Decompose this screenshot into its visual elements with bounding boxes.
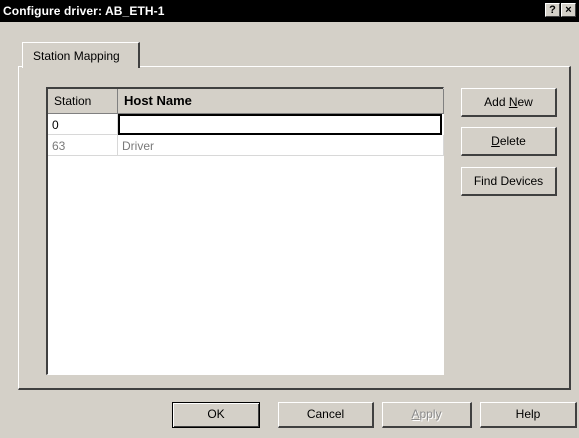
button-mnemonic: N [508,95,518,109]
station-value: 63 [52,139,66,153]
station-cell[interactable]: 63 [48,135,118,156]
find-devices-button[interactable]: Find Devices [461,167,557,196]
station-cell[interactable]: 0 [48,114,118,135]
tab-label: Station Mapping [33,49,120,63]
title-bar[interactable]: Configure driver: AB_ETH-1 ? × [0,0,579,22]
tab-station-mapping[interactable]: Station Mapping [22,42,140,68]
column-header-label: Station [54,94,92,108]
button-mnemonic: A [411,407,420,421]
window-title: Configure driver: AB_ETH-1 [3,4,165,18]
apply-button[interactable]: Apply [382,402,472,428]
host-name-edit-field[interactable] [118,114,442,135]
button-label: pply [419,407,442,421]
column-header-label: Host Name [124,93,192,108]
help-question-button[interactable]: ? [545,3,560,17]
close-window-button[interactable]: × [561,3,576,17]
station-value: 0 [52,118,59,132]
delete-button[interactable]: Delete [461,127,557,156]
column-header-station[interactable]: Station [48,89,118,114]
help-button[interactable]: Help [480,402,577,428]
cancel-button[interactable]: Cancel [278,402,374,428]
ok-button[interactable]: OK [172,402,260,428]
host-name-value: Driver [122,139,154,153]
column-header-host-name[interactable]: Host Name [118,89,444,114]
host-name-cell[interactable]: Driver [118,135,444,156]
button-label: Add [484,95,509,109]
button-label: elete [499,134,526,148]
button-mnemonic: D [491,134,500,148]
add-new-button[interactable]: Add New [461,88,557,117]
button-label: ew [517,95,533,109]
station-mapping-grid[interactable]: Station Host Name 0 63 Driver [46,87,444,375]
